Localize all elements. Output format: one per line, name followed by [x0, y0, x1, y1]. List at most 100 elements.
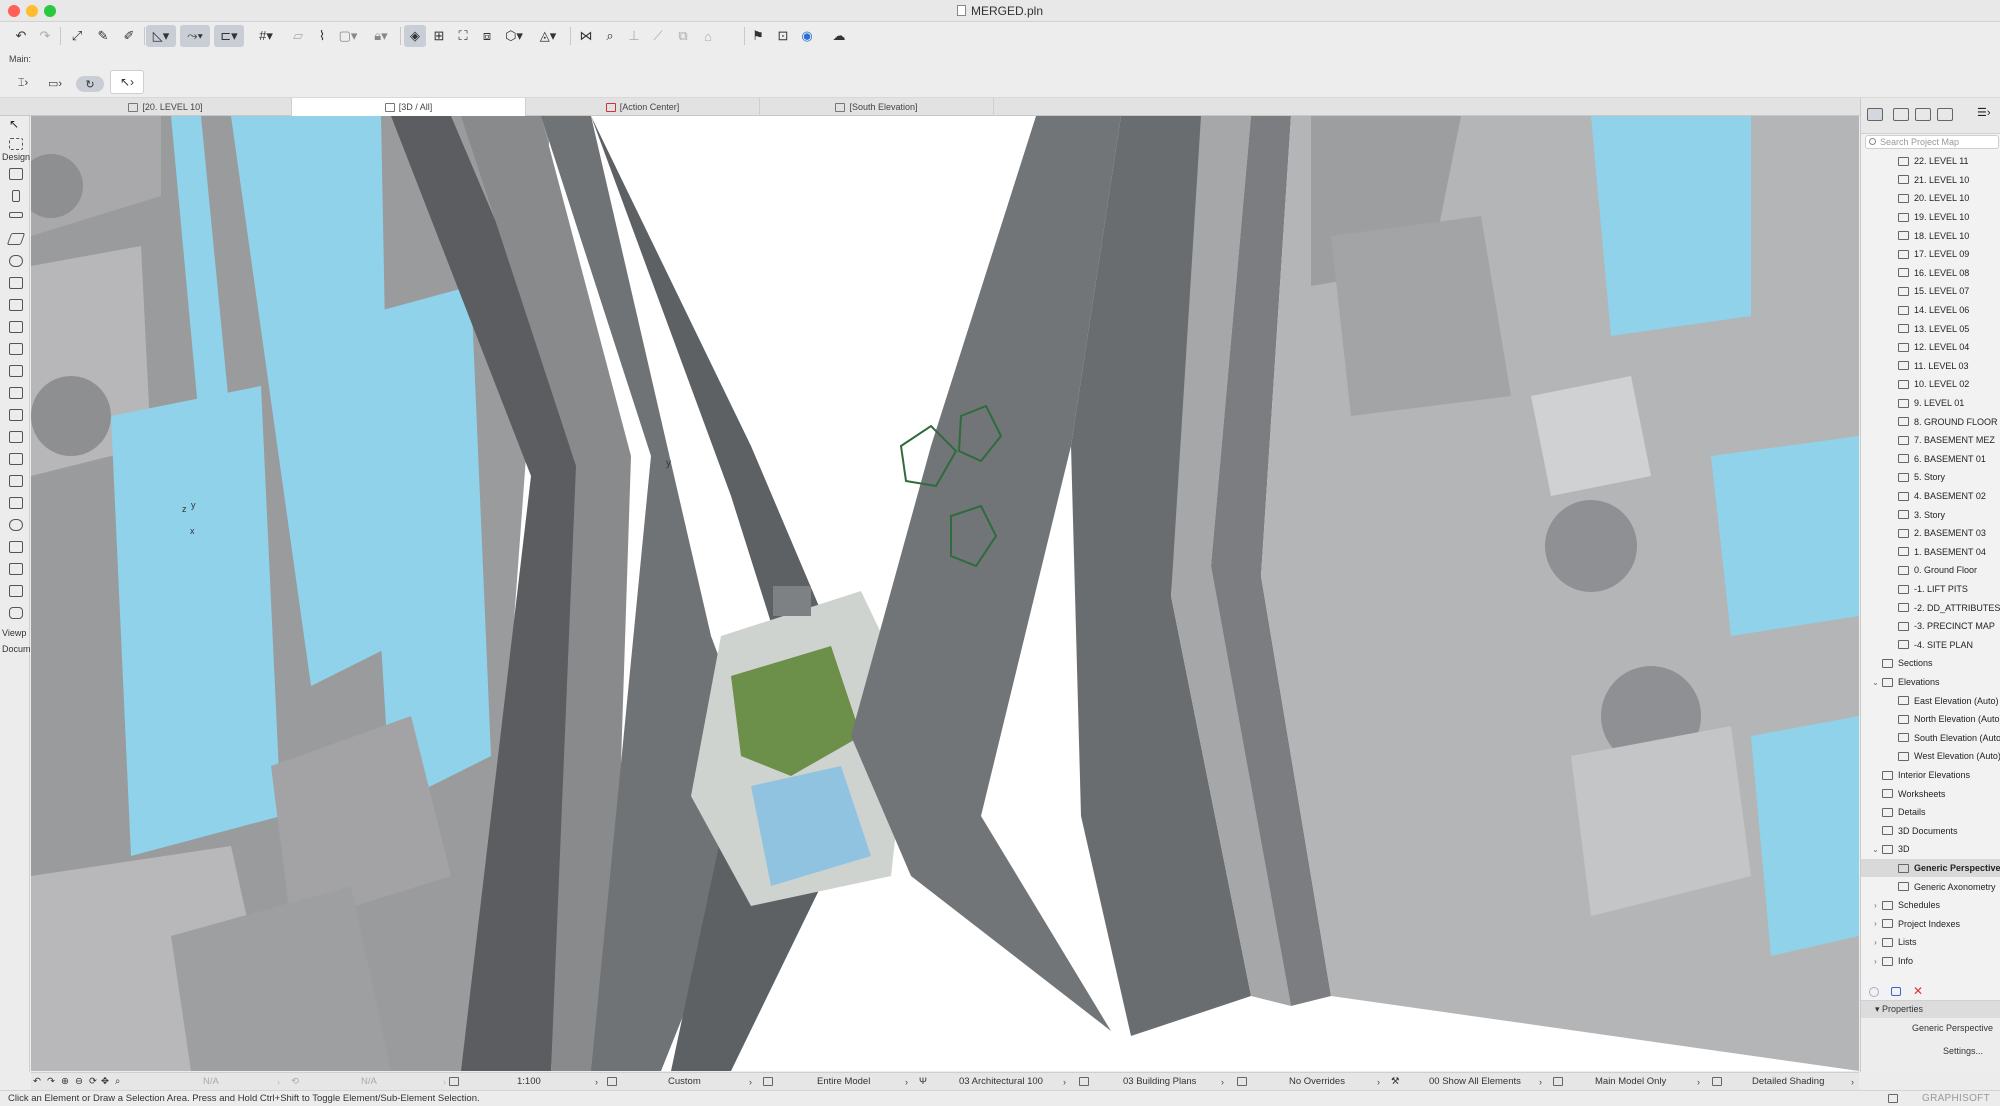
project-map-item[interactable]: -3. PRECINCT MAP [1861, 617, 2000, 636]
project-map-item[interactable]: 19. LEVEL 10 [1861, 208, 2000, 227]
lasso-icon[interactable]: ⌇ [312, 25, 332, 47]
column-grid-tool-icon[interactable] [9, 585, 23, 597]
project-map-item[interactable]: 18. LEVEL 10 [1861, 226, 2000, 245]
project-map-item[interactable]: Worksheets [1861, 784, 2000, 803]
undo-icon[interactable]: ↶ [12, 25, 30, 47]
project-map-item[interactable]: -1. LIFT PITS [1861, 580, 2000, 599]
project-map-item[interactable]: 14. LEVEL 06 [1861, 301, 2000, 320]
3d-style-icon[interactable]: ⬡▾ [500, 25, 528, 47]
tab-south-elevation[interactable]: [South Elevation] [760, 98, 994, 116]
project-map-item[interactable]: 3D Documents [1861, 822, 2000, 841]
curtain-wall-tool-icon[interactable] [9, 365, 23, 377]
window-tool-icon[interactable] [9, 409, 23, 421]
orbit-icon[interactable]: ⟳ [89, 1075, 97, 1089]
wall-tool-icon[interactable] [9, 168, 23, 180]
grid-snap-icon[interactable]: #▾ [252, 25, 280, 47]
stair-tool-icon[interactable] [9, 321, 23, 333]
beam-tool-icon[interactable] [9, 212, 23, 218]
project-map-item[interactable]: South Elevation (Auto) [1861, 729, 2000, 748]
pick-up-parameters-icon[interactable]: ⤢ [66, 25, 88, 47]
arrow-tool-icon[interactable]: ↖› [110, 70, 144, 94]
roof-tool-icon[interactable] [9, 255, 23, 267]
project-map-item[interactable]: 13. LEVEL 05 [1861, 319, 2000, 338]
zoom-value[interactable]: N/A [203, 1075, 219, 1089]
3d-shading-icon[interactable]: ◬▾ [534, 25, 562, 47]
report-icon[interactable] [1888, 1094, 1898, 1103]
slab-tool-icon[interactable] [6, 233, 26, 245]
chevron-down-icon[interactable]: ⌄ [1871, 845, 1880, 854]
3d-viewport[interactable]: y y z x [31, 116, 1859, 1071]
shell-tool-icon[interactable] [9, 277, 23, 289]
project-map-item[interactable]: 8. GROUND FLOOR [1861, 412, 2000, 431]
project-map-item[interactable]: 6. BASEMENT 01 [1861, 450, 2000, 469]
pan-icon[interactable]: ✥ [101, 1075, 109, 1089]
tab-level-10[interactable]: [20. LEVEL 10] [40, 98, 292, 116]
zoom-in-icon[interactable]: ⊕ [61, 1075, 69, 1089]
project-map-item[interactable]: 4. BASEMENT 02 [1861, 487, 2000, 506]
project-map-item[interactable]: 1. BASEMENT 04 [1861, 543, 2000, 562]
chevron-right-icon[interactable]: › [1871, 919, 1880, 928]
project-map-item[interactable]: 20. LEVEL 10 [1861, 189, 2000, 208]
project-map-item[interactable]: 0. Ground Floor [1861, 561, 2000, 580]
project-map-item[interactable]: Generic Perspective [1861, 858, 2000, 878]
3d-fit-icon[interactable]: ⛶ [452, 25, 474, 47]
graphic-override-value[interactable]: No Overrides [1289, 1075, 1345, 1089]
view-map-icon[interactable] [1893, 108, 1909, 121]
layer-icon[interactable]: ▱ [288, 25, 308, 47]
project-map-item[interactable]: 11. LEVEL 03 [1861, 357, 2000, 376]
project-map-item[interactable]: 22. LEVEL 11 [1861, 152, 2000, 171]
project-map-search[interactable]: Search Project Map [1865, 135, 1999, 149]
project-map-item[interactable]: ⌄ Elevations [1861, 673, 2000, 692]
marquee-shape-icon[interactable]: ▭› [42, 74, 68, 92]
layer-combination-value[interactable]: Custom [668, 1075, 701, 1089]
resize-icon[interactable]: ⧉ [672, 25, 694, 47]
snap-points-icon[interactable]: ⊏▾ [214, 25, 244, 47]
magic-wand-icon[interactable]: ⌕ [600, 25, 620, 47]
arrow-tool[interactable]: ↖ [9, 118, 23, 131]
project-map-item[interactable]: 7. BASEMENT MEZ [1861, 431, 2000, 450]
structural-display-value[interactable]: Main Model Only [1595, 1075, 1666, 1089]
publisher-icon[interactable] [1937, 108, 1953, 121]
project-map-item[interactable]: › Info [1861, 952, 2000, 971]
project-map-item[interactable]: 2. BASEMENT 03 [1861, 524, 2000, 543]
column-tool-icon[interactable] [12, 190, 20, 202]
undo-view-icon[interactable]: ↶ [33, 1075, 41, 1089]
project-map-item[interactable]: Details [1861, 803, 2000, 822]
renovation-filter-value[interactable]: 00 Show All Elements [1429, 1075, 1521, 1089]
project-map-item[interactable]: 15. LEVEL 07 [1861, 282, 2000, 301]
redo-view-icon[interactable]: ↷ [47, 1075, 55, 1089]
project-map-item[interactable]: East Elevation (Auto) [1861, 691, 2000, 710]
rotation-icon[interactable]: ⟲ [291, 1075, 299, 1089]
properties-header[interactable]: ▾ Properties [1861, 1001, 2000, 1018]
3d-cutaway-icon[interactable]: ⊞ [428, 25, 450, 47]
door-tool-icon[interactable] [9, 387, 23, 399]
teamwork-icon[interactable]: ◉ [796, 25, 818, 47]
morph-tool-icon[interactable] [9, 299, 23, 311]
equipment-tool-icon[interactable] [9, 563, 23, 575]
lock-icon[interactable]: 🔒︎▾ [366, 25, 396, 47]
snap-guides-icon[interactable]: ⤳▾ [180, 25, 210, 47]
project-map-item[interactable]: 3. Story [1861, 505, 2000, 524]
chevron-right-icon[interactable]: › [1871, 938, 1880, 947]
scale-value[interactable]: 1:100 [517, 1075, 541, 1089]
pen-set-value[interactable]: 03 Architectural 100 [959, 1075, 1043, 1089]
new-view-icon[interactable] [1869, 987, 1879, 997]
3d-explore-icon[interactable]: ◈ [404, 25, 426, 47]
project-map-item[interactable]: Sections [1861, 654, 2000, 673]
view-settings-icon[interactable] [1891, 987, 1901, 996]
opening-tool-icon[interactable] [9, 453, 23, 465]
zone-tool-icon[interactable] [9, 519, 23, 531]
mesh-tool-icon[interactable] [9, 497, 23, 509]
shading-value[interactable]: Detailed Shading [1752, 1075, 1824, 1089]
fit-in-window-icon[interactable]: ⌕ [115, 1075, 120, 1089]
project-map-item[interactable]: 9. LEVEL 01 [1861, 394, 2000, 413]
skylight-tool-icon[interactable] [9, 431, 23, 443]
chevron-right-icon[interactable]: › [1871, 901, 1880, 910]
guide-lines-icon[interactable]: ◺▾ [146, 25, 176, 47]
settings-button[interactable]: Settings... [1881, 1043, 1991, 1059]
model-view-value[interactable]: Entire Model [817, 1075, 870, 1089]
project-map-item[interactable]: ⌄ 3D [1861, 840, 2000, 859]
project-map-item[interactable]: 21. LEVEL 10 [1861, 171, 2000, 190]
railing-tool-icon[interactable] [9, 343, 23, 355]
adjust-icon[interactable]: ⟋ [648, 25, 668, 47]
